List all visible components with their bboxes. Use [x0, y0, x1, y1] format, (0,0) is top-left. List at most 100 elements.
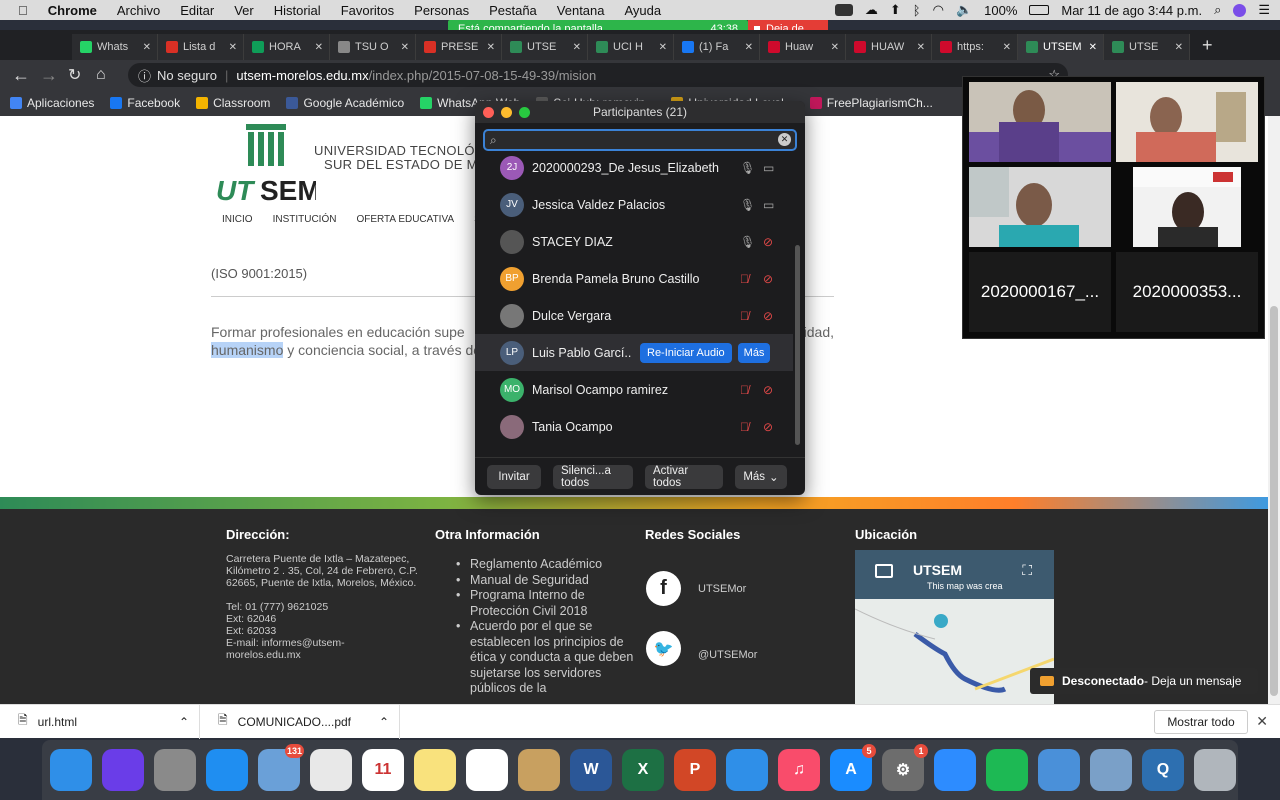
participant-row[interactable]: JV Jessica Valdez Palacios 🎙 ▭	[475, 186, 793, 223]
battery-percent[interactable]: 100%	[984, 3, 1017, 18]
mic-icon[interactable]: 🎙	[740, 235, 755, 249]
unmute-all-button[interactable]: Activar todos	[645, 464, 723, 489]
download-item-url[interactable]: 🗎 url.html ⌃	[0, 704, 200, 739]
menubar-datetime[interactable]: Mar 11 de ago 3:44 p.m.	[1061, 3, 1202, 18]
finder-icon[interactable]	[50, 749, 92, 791]
nav-inicio[interactable]: INICIO	[222, 214, 253, 225]
browser-tab[interactable]: (1) Fa ✕	[674, 34, 760, 60]
music-icon[interactable]: ♫	[778, 749, 820, 791]
participant-row[interactable]: STACEY DIAZ 🎙 ⊘	[475, 223, 793, 260]
notification-center-icon[interactable]: ☰	[1258, 2, 1270, 18]
invite-button[interactable]: Invitar	[487, 464, 541, 489]
menu-archivo[interactable]: Archivo	[117, 3, 160, 18]
tab-close-icon[interactable]: ✕	[487, 42, 495, 53]
chevron-up-icon[interactable]: ⌃	[379, 715, 389, 729]
reload-icon[interactable]: ↻	[68, 65, 81, 85]
facebook-handle[interactable]: UTSEMor	[698, 583, 746, 595]
camera-icon[interactable]: ▭	[763, 161, 774, 175]
footer-link-reglamento[interactable]: Reglamento Académico	[456, 557, 635, 573]
participant-more-button[interactable]: Más	[737, 342, 771, 363]
tab-close-icon[interactable]: ✕	[401, 42, 409, 53]
browser-tab[interactable]: TSU O ✕	[330, 34, 416, 60]
download-item-comunicado[interactable]: 🗎 COMUNICADO....pdf ⌃	[200, 704, 400, 739]
apple-icon[interactable]: 	[18, 3, 28, 18]
participant-row[interactable]: BP Brenda Pamela Bruno Castillo 🎙̸ ⊘	[475, 260, 793, 297]
mute-all-button[interactable]: Silenci...a todos	[553, 464, 633, 489]
footer-link-acuerdo[interactable]: Acuerdo por el que se establecen los pri…	[456, 619, 635, 697]
camera-icon[interactable]: ▭	[763, 198, 774, 212]
participant-row[interactable]: MO Marisol Ocampo ramirez 🎙̸ ⊘	[475, 371, 793, 408]
video-tile-1[interactable]	[969, 82, 1111, 162]
browser-tab[interactable]: HORA ✕	[244, 34, 330, 60]
bookmark-item[interactable]: Classroom	[196, 96, 270, 110]
nav-oferta-educativa[interactable]: OFERTA EDUCATIVA	[356, 214, 454, 225]
menu-ventana[interactable]: Ventana	[557, 3, 605, 18]
restart-audio-button[interactable]: Re-Iniciar Audio	[640, 342, 732, 363]
participant-row[interactable]: LP Luis Pablo Garcí... Re-Iniciar Audio Más	[475, 334, 793, 371]
camera-off-icon[interactable]: ⊘	[763, 383, 773, 397]
menu-pestana[interactable]: Pestaña	[489, 3, 537, 18]
menu-ayuda[interactable]: Ayuda	[625, 3, 662, 18]
chevron-up-icon[interactable]: ⌃	[179, 715, 189, 729]
forward-icon[interactable]: →	[40, 65, 58, 86]
keynote-icon[interactable]	[726, 749, 768, 791]
appstore-icon[interactable]: A5	[830, 744, 876, 791]
zoom-icon[interactable]	[934, 749, 976, 791]
fullscreen-icon[interactable]: ⛶	[1022, 562, 1032, 579]
browser-tab[interactable]: PRESE ✕	[416, 34, 502, 60]
upload-icon[interactable]: ⬆	[890, 2, 901, 18]
participant-row[interactable]: Dulce Vergara 🎙̸ ⊘	[475, 297, 793, 334]
participants-scrollbar[interactable]	[795, 245, 800, 445]
excel-icon[interactable]: X	[622, 749, 664, 791]
mic-icon[interactable]: 🎙	[740, 198, 755, 212]
camera-off-icon[interactable]: ⊘	[763, 272, 773, 286]
twitter-handle[interactable]: @UTSEMor	[698, 649, 757, 661]
browser-tab[interactable]: Lista d ✕	[158, 34, 244, 60]
close-downloads-icon[interactable]: ✕	[1256, 713, 1268, 730]
volume-icon[interactable]: 🔈	[956, 2, 972, 18]
video-name-tile-1[interactable]: 2020000167_...	[969, 252, 1111, 332]
video-name-tile-2[interactable]: 2020000353...	[1116, 252, 1258, 332]
mic-muted-icon[interactable]: 🎙̸	[740, 420, 749, 434]
panel-minimize-button[interactable]	[501, 107, 512, 118]
address-bar[interactable]: ⓘ No seguro | utsem-morelos.edu.mx /inde…	[128, 63, 1068, 87]
menu-editar[interactable]: Editar	[180, 3, 214, 18]
new-tab-icon[interactable]: +	[1202, 35, 1213, 56]
camera-off-icon[interactable]: ⊘	[763, 235, 773, 249]
cloud-icon[interactable]: ☁	[865, 2, 878, 18]
browser-tab[interactable]: HUAW ✕	[846, 34, 932, 60]
menu-favoritos[interactable]: Favoritos	[341, 3, 394, 18]
participants-search-input[interactable]: ⌕ ✕	[483, 129, 797, 151]
preview-icon[interactable]	[1090, 749, 1132, 791]
video-tile-2[interactable]	[1116, 82, 1258, 162]
home-icon[interactable]: ⌂	[96, 66, 106, 84]
info-icon[interactable]: ⓘ	[138, 66, 151, 85]
word-icon[interactable]: W	[570, 749, 612, 791]
menu-app-name[interactable]: Chrome	[48, 3, 97, 18]
bookmark-item[interactable]: Facebook	[110, 96, 180, 110]
more-button[interactable]: Más ⌄	[735, 464, 787, 489]
siri-icon[interactable]	[102, 749, 144, 791]
safari-icon[interactable]	[206, 749, 248, 791]
launchpad-icon[interactable]	[154, 749, 196, 791]
page-scroll-thumb[interactable]	[1270, 306, 1278, 696]
tab-close-icon[interactable]: ✕	[917, 42, 925, 53]
map-sidebar-icon[interactable]	[875, 564, 893, 578]
reminders-icon[interactable]	[466, 749, 508, 791]
notes-icon[interactable]	[414, 749, 456, 791]
spotify-icon[interactable]	[986, 749, 1028, 791]
powerpoint-icon[interactable]: P	[674, 749, 716, 791]
menu-historial[interactable]: Historial	[274, 3, 321, 18]
siri-icon[interactable]	[1233, 3, 1247, 17]
spotlight-icon[interactable]: ⌕	[1214, 2, 1221, 18]
tab-close-icon[interactable]: ✕	[1089, 42, 1097, 53]
installer-icon[interactable]	[1038, 749, 1080, 791]
panel-close-button[interactable]	[483, 107, 494, 118]
mic-muted-icon[interactable]: 🎙̸	[740, 383, 749, 397]
browser-tab[interactable]: UTSE ✕	[1104, 34, 1190, 60]
chat-widget[interactable]: Desconectado - Deja un mensaje	[1030, 668, 1258, 694]
tab-close-icon[interactable]: ✕	[143, 42, 151, 53]
page-scrollbar[interactable]	[1268, 116, 1280, 704]
tab-close-icon[interactable]: ✕	[229, 42, 237, 53]
tab-close-icon[interactable]: ✕	[831, 42, 839, 53]
